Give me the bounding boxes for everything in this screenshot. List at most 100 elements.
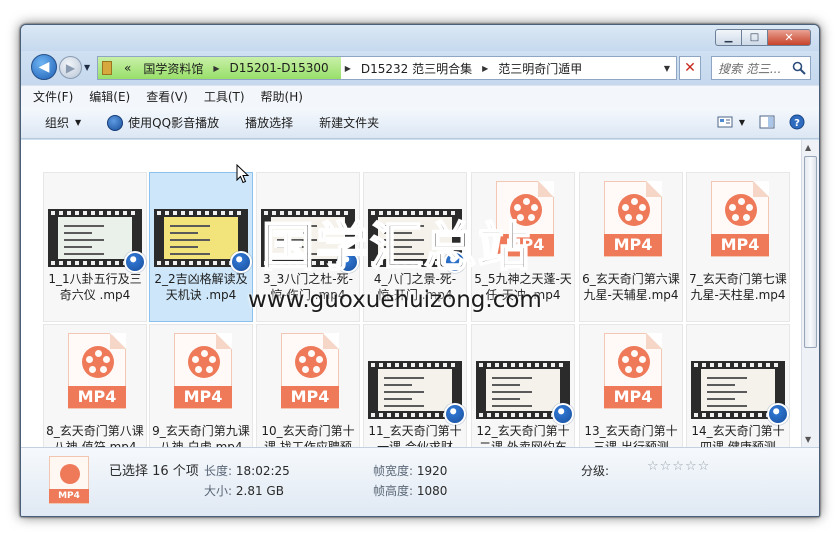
search-input[interactable]: 搜索 范三... [711, 56, 811, 80]
file-item[interactable]: MP4 13_玄天奇门第十三课 出行预测mp4 .mp4 [579, 324, 683, 447]
mp4-badge: MP4 [49, 489, 89, 503]
file-item[interactable]: 2_2吉凶格解读及天机诀 .mp4 [149, 172, 253, 322]
qq-player-badge-icon [124, 251, 146, 273]
file-name: 14_玄天奇门第十四课 健康预测mp4 .mp4 [691, 424, 785, 447]
rating-stars[interactable]: ☆☆☆☆☆ [647, 459, 710, 474]
breadcrumb-arrow-icon[interactable]: ▶ [478, 64, 492, 73]
file-name: 3_3八门之杜-死-惊-伤门 .mp4 [263, 272, 353, 302]
frame-text-line [384, 232, 412, 234]
length-value: 18:02:25 [235, 464, 290, 478]
menu-help[interactable]: 帮助(H) [261, 88, 303, 105]
view-dropdown-icon[interactable]: ▼ [739, 118, 745, 127]
reel-hole [636, 366, 643, 373]
file-list: 1_1八卦五行及三奇六仪 .mp4 2_2吉凶格解读及天机诀 .mp4 3_3八门之… [21, 140, 801, 447]
reel-hole [195, 366, 202, 373]
file-item[interactable]: MP4 10_玄天奇门第十课 找工作应聘预测 .mp4 [256, 324, 360, 447]
file-name: 12_玄天奇门第十二课 外卖网约车求财mp4 .mp4 [476, 424, 570, 447]
play-with-qq-button[interactable]: 使用QQ影音播放 [107, 114, 219, 131]
forward-button[interactable]: ▶ [59, 56, 82, 79]
size-value: 2.81 GB [235, 484, 284, 498]
page-fold [216, 333, 232, 349]
file-name: 8_玄天奇门第八课 八神-值符.mp4 [46, 424, 144, 447]
title-bar: ▁ □ ✕ [21, 25, 819, 51]
stop-button[interactable]: ✕ [679, 56, 701, 80]
reel-hole [206, 366, 213, 373]
page-fold [323, 333, 339, 349]
video-frame [701, 369, 775, 411]
page-fold [538, 181, 554, 197]
breadcrumb-overflow[interactable]: « [118, 61, 137, 75]
preview-pane-icon[interactable] [759, 114, 775, 130]
menu-edit[interactable]: 编辑(E) [89, 88, 130, 105]
breadcrumb-item-guoxue[interactable]: 国学资料馆 [137, 60, 209, 77]
vertical-scrollbar[interactable]: ▲ ▼ [801, 140, 819, 447]
mp4-file-icon: MP4 [604, 181, 662, 257]
file-name: 10_玄天奇门第十课 找工作应聘预测 .mp4 [261, 424, 355, 447]
reel-hole [630, 198, 638, 205]
frame-text-line [492, 398, 520, 400]
menu-tools[interactable]: 工具(T) [204, 88, 245, 105]
file-item[interactable]: 1_1八卦五行及三奇六仪 .mp4 [43, 172, 147, 322]
rating-key: 分级: [581, 464, 610, 478]
address-dropdown-icon[interactable]: ▼ [664, 64, 670, 73]
file-item[interactable]: MP4 6_玄天奇门第六课 九星-天辅星.mp4 [579, 172, 683, 322]
frame-width-key: 帧宽度: [373, 464, 414, 478]
play-selection-button[interactable]: 播放选择 [245, 114, 293, 131]
frame-text-line [707, 391, 747, 393]
back-arrow-icon: ◀ [38, 59, 50, 75]
file-item[interactable]: MP4 8_玄天奇门第八课 八神-值符.mp4 [43, 324, 147, 447]
scroll-up-icon[interactable]: ▲ [805, 143, 811, 152]
file-item[interactable]: 14_玄天奇门第十四课 健康预测mp4 .mp4 [686, 324, 790, 447]
scrollbar-thumb[interactable] [804, 156, 817, 348]
breadcrumb-item-collection[interactable]: D15232 范三明合集 [355, 60, 478, 77]
organize-button[interactable]: 组织 ▼ [45, 114, 81, 131]
play-with-qq-label: 使用QQ影音播放 [128, 116, 220, 130]
reel-hole [639, 356, 646, 363]
file-item[interactable]: MP4 7_玄天奇门第七课 九星-天柱星.mp4 [686, 172, 790, 322]
reel-hole [743, 214, 750, 221]
scroll-down-icon[interactable]: ▼ [805, 435, 811, 444]
frame-text-line [384, 225, 424, 227]
file-item[interactable]: 11_玄天奇门第十一课 合伙求财 .mp4 [363, 324, 467, 447]
qq-player-badge-icon [444, 403, 466, 425]
frame-text-line [384, 253, 424, 255]
breadcrumb-arrow-icon[interactable]: ▶ [209, 64, 223, 73]
file-item[interactable]: 12_玄天奇门第十二课 外卖网约车求财mp4 .mp4 [471, 324, 575, 447]
mp4-file-icon: MP4 [174, 333, 232, 409]
file-item[interactable]: 4_八门之景-死-惊-开门 .mp4 [363, 172, 467, 322]
file-name: 5_5九神之天蓬-天任-天冲 .mp4 [474, 272, 572, 302]
close-button[interactable]: ✕ [767, 29, 811, 46]
address-bar[interactable]: « 国学资料馆 ▶ D15201-D15300 ▶ D15232 范三明合集 ▶… [97, 56, 677, 80]
close-icon: ✕ [784, 31, 794, 44]
help-icon[interactable]: ? [789, 114, 805, 130]
file-name: 4_八门之景-死-惊-开门 .mp4 [373, 272, 457, 302]
back-button[interactable]: ◀ [31, 54, 57, 80]
file-item[interactable]: MP4 5_5九神之天蓬-天任-天冲 .mp4 [471, 172, 575, 322]
breadcrumb-highlight: « 国学资料馆 ▶ D15201-D15300 [98, 57, 341, 79]
mp4-file-icon: MP4 [604, 333, 662, 409]
minimize-button[interactable]: ▁ [715, 29, 741, 46]
menu-view[interactable]: 查看(V) [146, 88, 188, 105]
reel-hole [316, 356, 323, 363]
frame-text-line [492, 384, 520, 386]
new-folder-button[interactable]: 新建文件夹 [319, 114, 379, 131]
view-options-icon[interactable] [717, 114, 733, 130]
file-item[interactable]: MP4 9_玄天奇门第九课 八神-白虎.mp4 [149, 324, 253, 447]
maximize-button[interactable]: □ [741, 29, 767, 46]
reel-hole [630, 350, 638, 357]
size-row: 大小: 2.81 GB [204, 482, 284, 499]
menu-file[interactable]: 文件(F) [33, 88, 73, 105]
reel-hole [299, 356, 306, 363]
breadcrumb-item-range[interactable]: D15201-D15300 [224, 61, 335, 75]
frame-text-line [384, 405, 424, 407]
frame-text-line [707, 405, 747, 407]
mp4-badge: MP4 [68, 386, 126, 408]
page-fold [110, 333, 126, 349]
folder-icon [102, 61, 112, 75]
file-item[interactable]: 3_3八门之杜-死-惊-伤门 .mp4 [256, 172, 360, 322]
breadcrumb-arrow-icon[interactable]: ▶ [341, 64, 355, 73]
search-icon[interactable] [792, 61, 806, 75]
frame-text-line [384, 377, 424, 379]
recent-pages-dropdown[interactable]: ▼ [84, 63, 90, 72]
breadcrumb-item-current[interactable]: 范三明奇门遁甲 [492, 60, 588, 77]
